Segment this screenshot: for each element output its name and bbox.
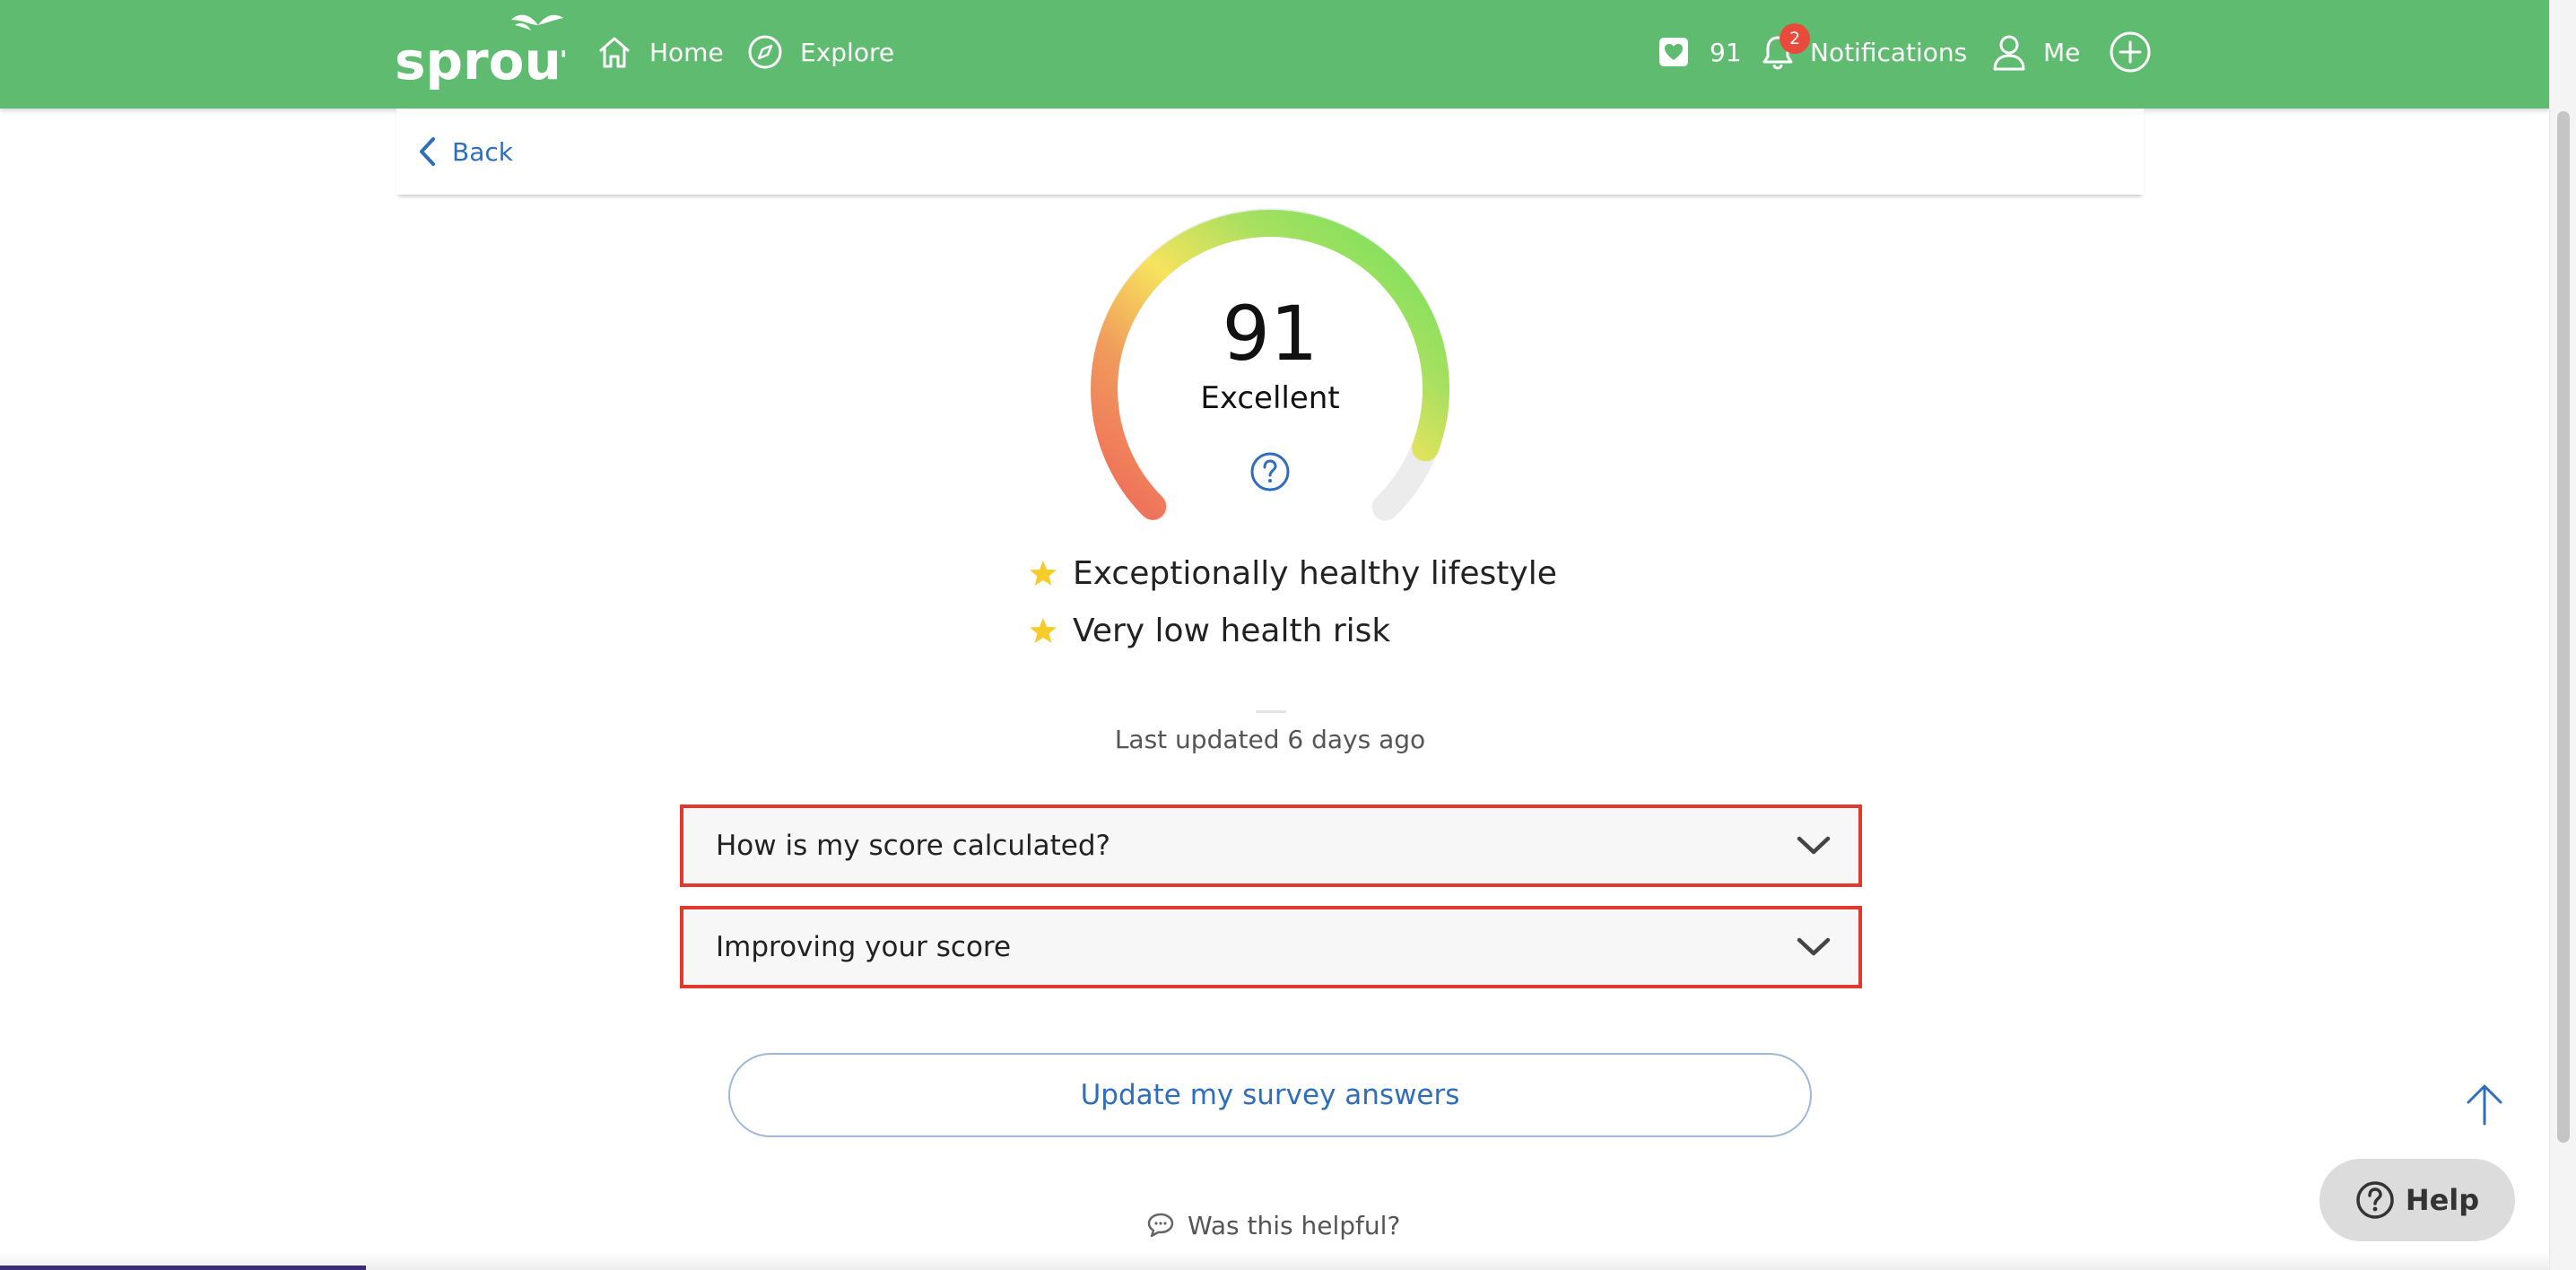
feedback-link[interactable]: Was this helpful? bbox=[1146, 1207, 1400, 1243]
nav-explore[interactable]: Explore bbox=[746, 27, 894, 77]
plus-circle-icon bbox=[2110, 31, 2151, 73]
nav-home-label: Home bbox=[649, 37, 724, 67]
score-rating: Excellent bbox=[1200, 380, 1340, 416]
help-question-icon bbox=[2356, 1181, 2394, 1219]
divider bbox=[1256, 710, 1286, 713]
accordion-improving-score[interactable]: Improving your score bbox=[680, 906, 1862, 988]
sprout-logo[interactable]: sprout bbox=[395, 9, 565, 90]
bell-wrapper: 2 bbox=[1758, 23, 1810, 72]
accordion-title: How is my score calculated? bbox=[716, 830, 1110, 862]
bottom-fade bbox=[0, 1252, 2549, 1270]
back-label: Back bbox=[452, 136, 513, 167]
highlight-text: Very low health risk bbox=[1073, 612, 1391, 649]
help-label: Help bbox=[2405, 1183, 2480, 1217]
accordion-title: Improving your score bbox=[716, 931, 1012, 963]
question-icon[interactable] bbox=[1249, 451, 1291, 492]
highlight-item: Exceptionally healthy lifestyle bbox=[1028, 551, 1557, 596]
star-icon bbox=[1030, 561, 1057, 586]
nav-score-value: 91 bbox=[1710, 37, 1742, 67]
nav-score[interactable]: 91 bbox=[1658, 27, 1742, 77]
scrollbar-thumb[interactable] bbox=[2557, 111, 2570, 1143]
accordion-score-calculation[interactable]: How is my score calculated? bbox=[680, 805, 1862, 887]
heart-score-icon bbox=[1659, 38, 1688, 66]
update-survey-button[interactable]: Update my survey answers bbox=[728, 1053, 1812, 1137]
chevron-down-icon bbox=[1797, 937, 1831, 956]
sprout-logo-text: sprout bbox=[395, 30, 565, 90]
nav-notifications[interactable]: 2 Notifications bbox=[1758, 23, 1968, 77]
highlight-item: Very low health risk bbox=[1028, 608, 1390, 653]
star-icon bbox=[1030, 618, 1057, 643]
user-icon bbox=[1993, 35, 2025, 71]
update-survey-label: Update my survey answers bbox=[1080, 1079, 1460, 1111]
notification-badge: 2 bbox=[1780, 23, 1810, 54]
chevron-down-icon bbox=[1797, 836, 1831, 855]
back-button[interactable]: Back bbox=[418, 132, 513, 171]
add-button[interactable] bbox=[2108, 27, 2153, 77]
home-icon bbox=[599, 37, 630, 68]
highlight-text: Exceptionally healthy lifestyle bbox=[1073, 554, 1557, 592]
chevron-left-icon bbox=[420, 137, 435, 166]
bottom-accent-line bbox=[0, 1266, 366, 1270]
nav-notifications-label: Notifications bbox=[1810, 37, 1968, 67]
scrollbar[interactable] bbox=[2549, 0, 2576, 1270]
nav-home[interactable]: Home bbox=[596, 27, 724, 77]
score-value: 91 bbox=[1222, 290, 1318, 378]
arrow-up-icon[interactable] bbox=[2461, 1081, 2508, 1127]
back-bar: Back bbox=[396, 109, 2144, 195]
nav-me-label: Me bbox=[2043, 37, 2081, 67]
nav-me[interactable]: Me bbox=[1991, 27, 2080, 77]
top-nav-bar: sprout Home Explore 91 bbox=[0, 0, 2549, 109]
compass-icon bbox=[748, 35, 782, 69]
last-updated-text: Last updated 6 days ago bbox=[1114, 725, 1426, 754]
nav-explore-label: Explore bbox=[800, 37, 895, 67]
speech-bubble-icon bbox=[1147, 1213, 1174, 1238]
feedback-label: Was this helpful? bbox=[1188, 1210, 1401, 1240]
page: sprout Home Explore 91 bbox=[0, 0, 2576, 1270]
help-button[interactable]: Help bbox=[2319, 1159, 2515, 1241]
